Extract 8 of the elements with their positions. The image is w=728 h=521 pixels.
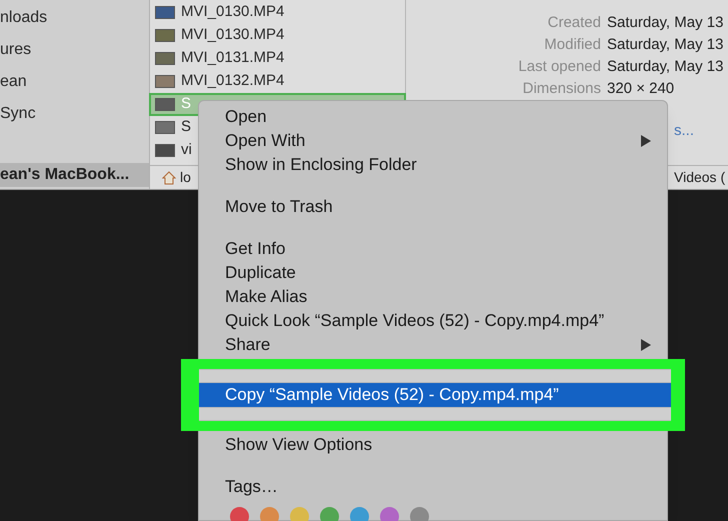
info-label: Dimensions	[522, 79, 601, 99]
info-label: Last opened	[517, 57, 601, 77]
info-value: Saturday, May 13	[607, 13, 724, 33]
info-value: 320 × 240	[607, 79, 676, 99]
info-value: Saturday, May 13	[607, 35, 724, 55]
info-value: Saturday, May 13	[607, 57, 724, 77]
info-label: Created	[546, 13, 601, 33]
info-label: Modified	[543, 35, 601, 55]
